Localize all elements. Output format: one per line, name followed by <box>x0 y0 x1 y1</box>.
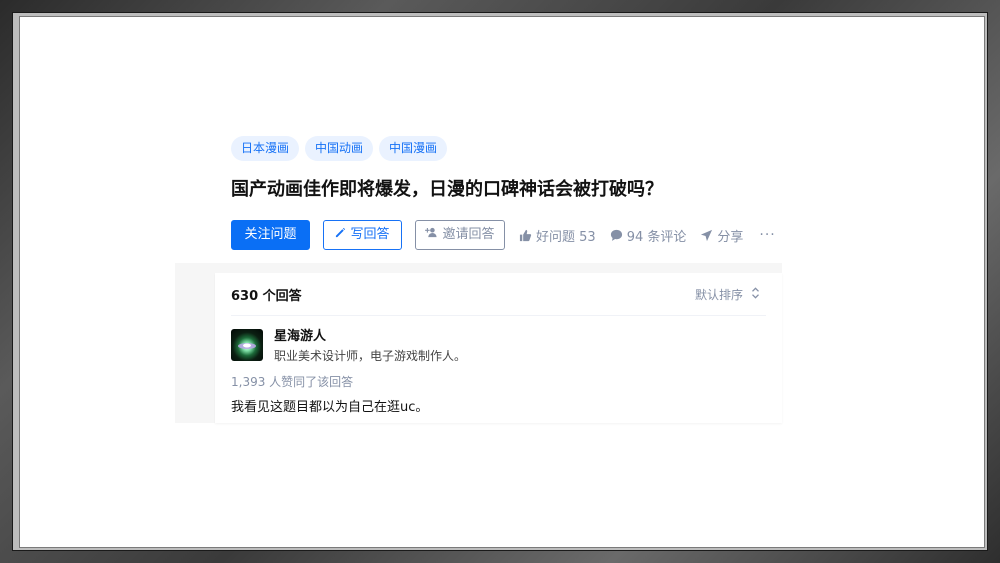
add-user-icon <box>425 221 438 249</box>
comment-bubble-icon <box>610 229 623 242</box>
share-label: 分享 <box>717 229 744 245</box>
vote-count: 1,393 人赞同了该回答 <box>231 375 354 389</box>
write-answer-label: 写回答 <box>350 227 390 242</box>
answers-card: 630 个回答 默认排序 星海游人 职业美术设计师，电子游戏制作人。 1,393… <box>215 273 782 423</box>
comments-button[interactable]: 94 条评论 <box>610 226 687 245</box>
good-question-button[interactable]: 好问题 53 <box>519 226 596 245</box>
topic-tag-chinese-manga[interactable]: 中国漫画 <box>379 136 448 161</box>
comments-label: 94 条评论 <box>626 229 687 245</box>
author-name[interactable]: 星海游人 <box>274 329 466 345</box>
author-headline: 职业美术设计师，电子游戏制作人。 <box>274 349 467 363</box>
share-button[interactable]: 分享 <box>700 226 743 245</box>
follow-question-button[interactable]: 关注问题 <box>231 220 310 250</box>
question-actions: 关注问题 写回答 邀请回答 好问题 53 94 条评论 分享 ··· <box>231 220 776 250</box>
pencil-icon <box>335 221 346 249</box>
sort-updown-icon <box>751 287 760 302</box>
share-plane-icon <box>700 229 713 242</box>
thumbs-up-icon <box>519 229 532 242</box>
more-options-button[interactable]: ··· <box>759 227 775 243</box>
page-canvas: 日本漫画 中国动画 中国漫画 国产动画佳作即将爆发，日漫的口碑神话会被打破吗？ … <box>20 17 984 547</box>
answer-content[interactable]: 我看见这题目都以为自己在逛uc。 <box>231 396 428 415</box>
answer-count: 630 个回答 <box>231 289 302 304</box>
avatar[interactable] <box>231 329 263 361</box>
topic-tags: 日本漫画 中国动画 中国漫画 <box>231 136 448 161</box>
topic-tag-chinese-animation[interactable]: 中国动画 <box>305 136 374 161</box>
good-question-label: 好问题 53 <box>536 229 596 245</box>
invite-answer-label: 邀请回答 <box>442 227 495 242</box>
answers-header: 630 个回答 默认排序 <box>231 273 766 316</box>
follow-question-label: 关注问题 <box>244 227 297 242</box>
sort-dropdown[interactable]: 默认排序 <box>695 286 760 303</box>
topic-tag-japanese-manga[interactable]: 日本漫画 <box>231 136 300 161</box>
author-info: 星海游人 职业美术设计师，电子游戏制作人。 <box>274 329 466 364</box>
answer-author: 星海游人 职业美术设计师，电子游戏制作人。 <box>231 329 466 364</box>
question-title: 国产动画佳作即将爆发，日漫的口碑神话会被打破吗？ <box>231 179 663 200</box>
write-answer-button[interactable]: 写回答 <box>323 220 402 250</box>
invite-answer-button[interactable]: 邀请回答 <box>415 220 505 250</box>
sort-label: 默认排序 <box>694 288 743 302</box>
